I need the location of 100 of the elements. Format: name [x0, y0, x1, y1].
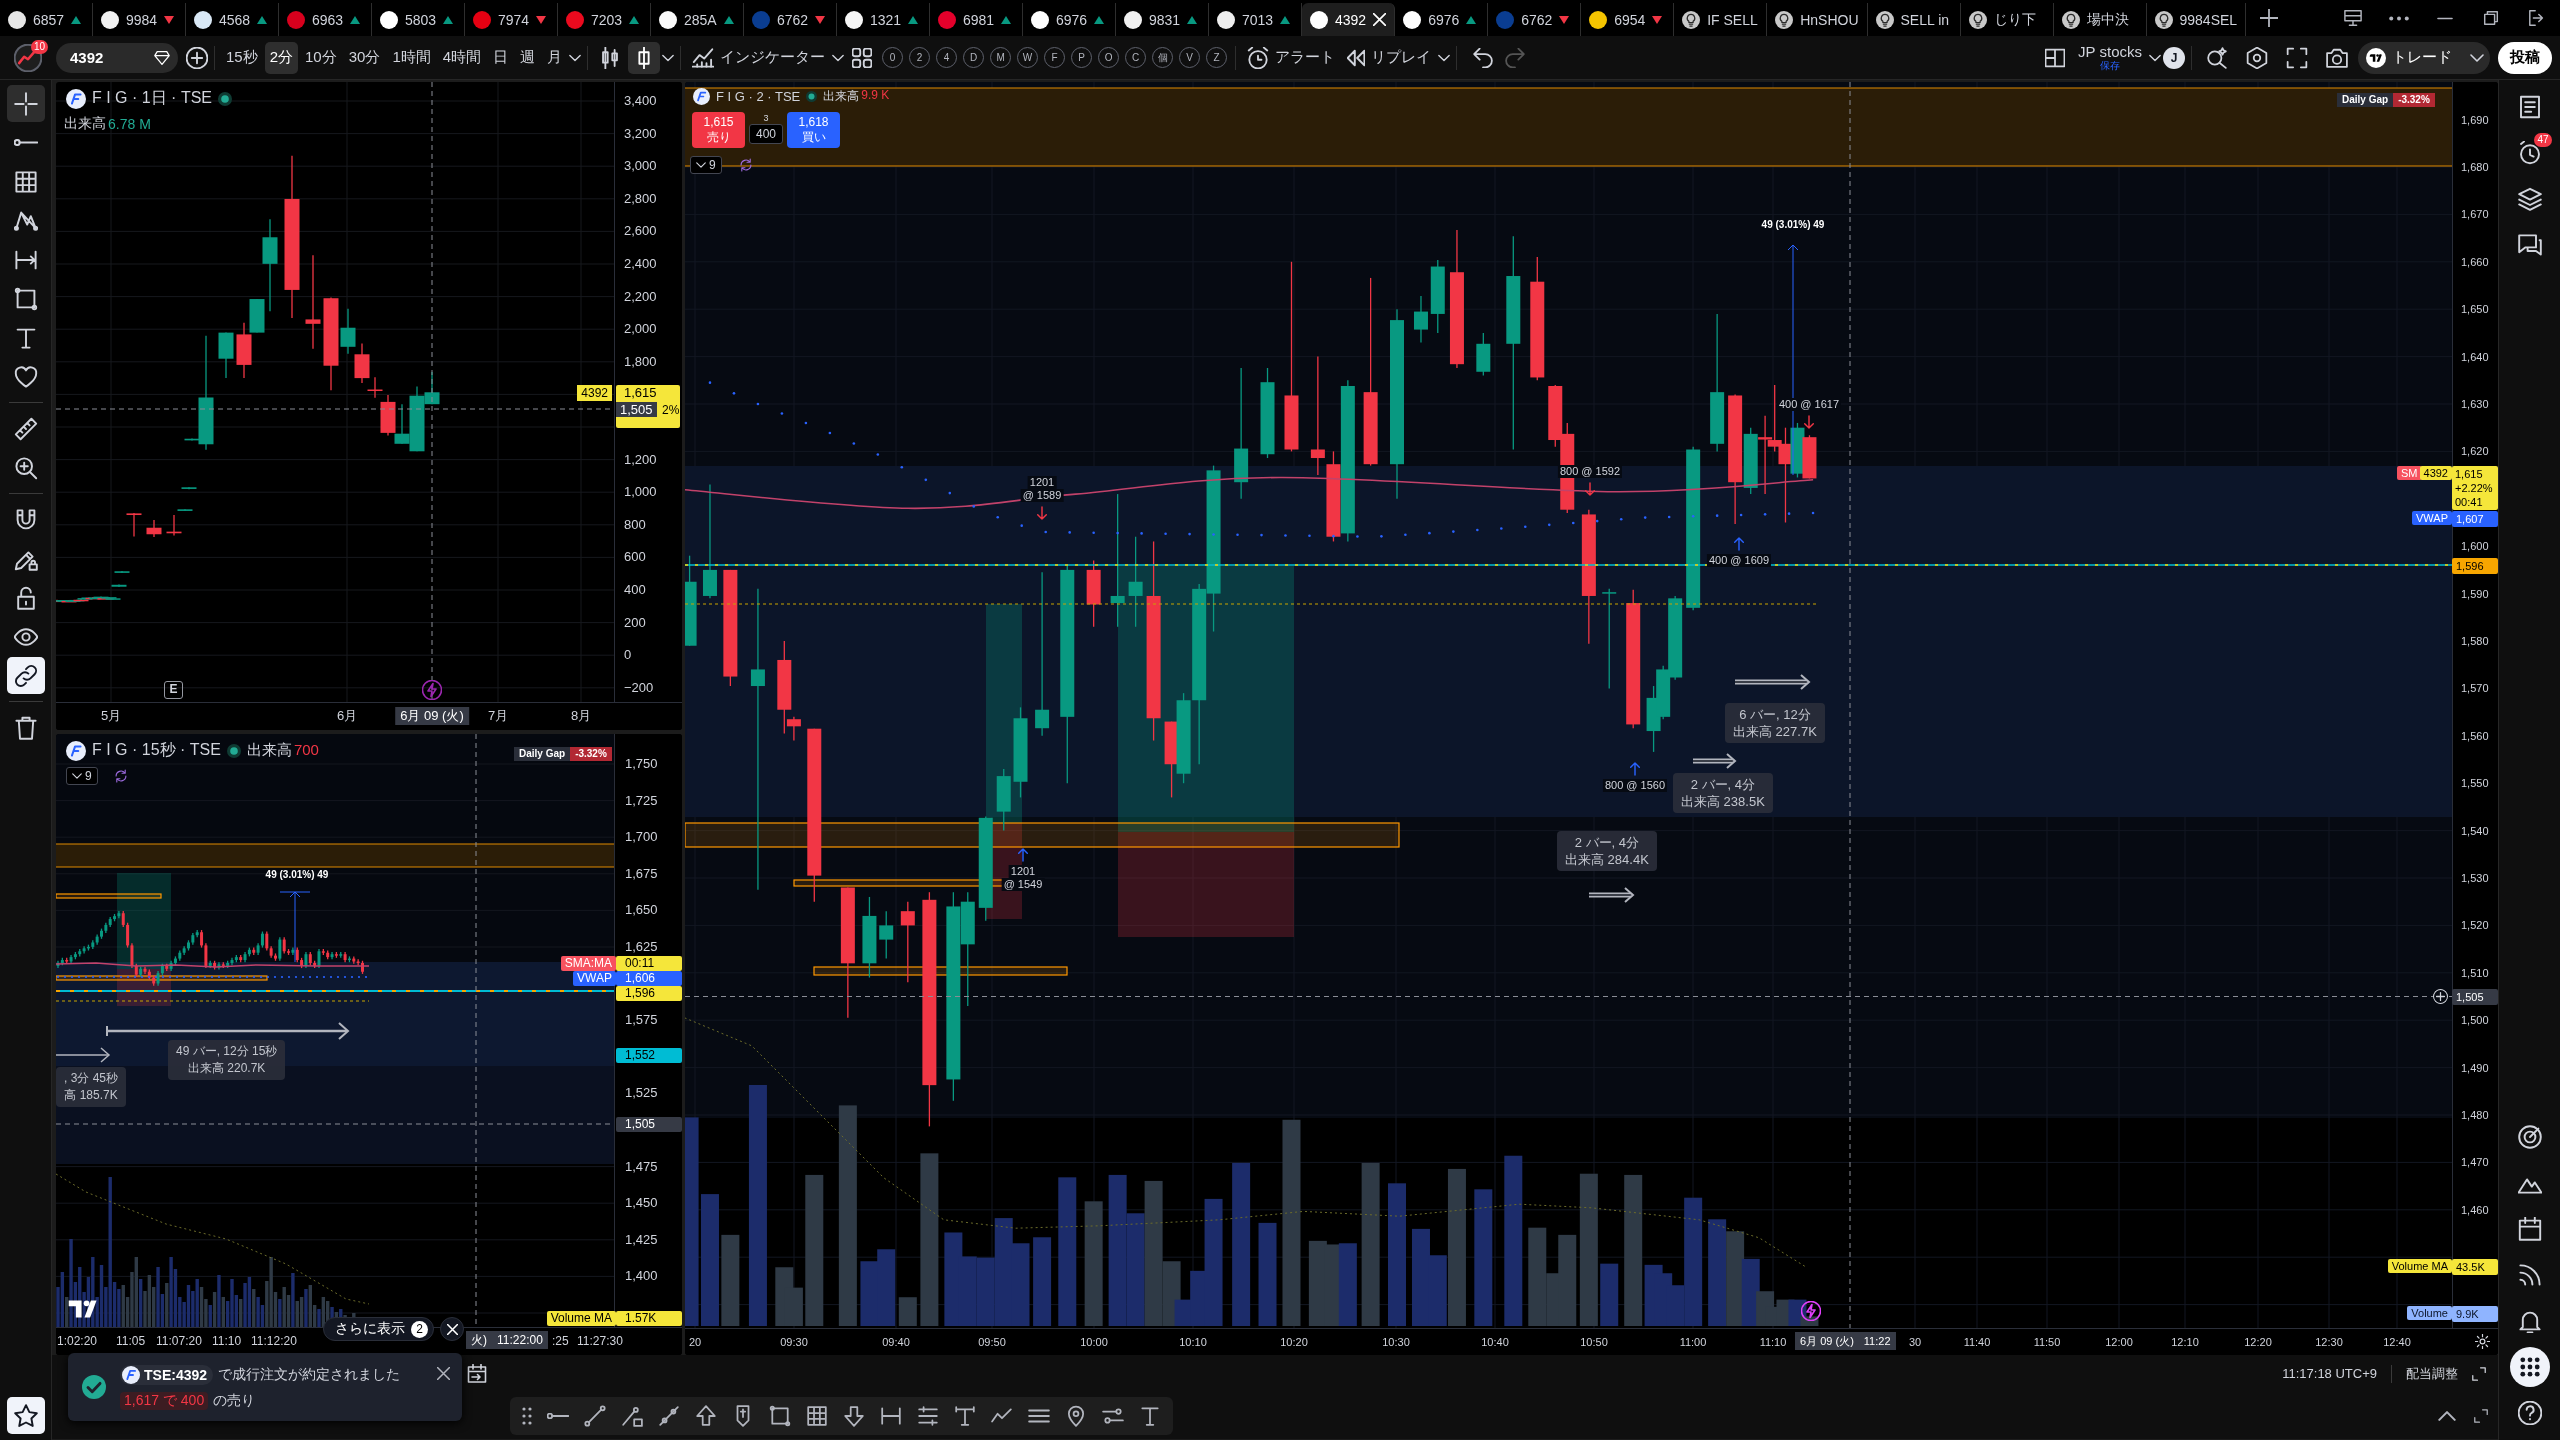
adjustment-button[interactable]: 配当調整	[2406, 1364, 2458, 1383]
price-tag: 9.9K	[2452, 1306, 2498, 1322]
favorite-button[interactable]	[6, 1397, 45, 1434]
interval-button[interactable]: 1時間	[387, 41, 436, 74]
replay-button[interactable]: リプレイ	[1342, 41, 1437, 74]
search-sparkle-icon[interactable]	[2206, 46, 2228, 69]
tool-button[interactable]	[6, 85, 45, 122]
up-arrow-icon[interactable]	[695, 1404, 717, 1427]
interval-button[interactable]: 月	[542, 41, 568, 74]
camera-icon[interactable]	[2326, 46, 2348, 69]
trend-line-icon[interactable]	[584, 1404, 606, 1427]
text-icon[interactable]	[1139, 1404, 1161, 1427]
rectangle-icon[interactable]	[769, 1404, 791, 1427]
plus-icon[interactable]	[186, 46, 208, 69]
expand-icon[interactable]	[2472, 1366, 2486, 1381]
chart-type-button[interactable]	[628, 41, 661, 74]
range-text: , 3分 45秒	[64, 1070, 119, 1087]
redo-icon[interactable]	[1505, 47, 1526, 68]
price-axis-label: 1,640	[2461, 349, 2489, 364]
anchored-text-icon[interactable]	[954, 1404, 976, 1427]
fullscreen-icon[interactable]	[2286, 46, 2308, 69]
grid-icon	[13, 169, 38, 194]
minimize-icon[interactable]	[2437, 16, 2453, 20]
interval-button[interactable]: 週	[515, 41, 541, 74]
price-tag: 1,505	[616, 1117, 682, 1132]
price-axis-label: 1,530	[2461, 871, 2489, 885]
price-axis-label: 1,800	[624, 354, 657, 369]
chart-line-icon	[692, 46, 715, 69]
time-axis-label: 20	[688, 1335, 702, 1349]
price-axis-label: 1,470	[2461, 1155, 2489, 1170]
range-arrow	[56, 1047, 111, 1063]
price-axis-label: 1,570	[2461, 681, 2489, 696]
symbol-search-field[interactable]: 4392	[56, 42, 178, 73]
monitor-icon[interactable]	[2344, 9, 2362, 27]
layout-grid-icon[interactable]	[852, 47, 873, 68]
alert-button[interactable]: アラート	[1242, 41, 1341, 74]
more-icon[interactable]	[2389, 15, 2409, 21]
plus-icon[interactable]	[2260, 9, 2279, 27]
price-axis-label: 1,525	[625, 1086, 658, 1101]
notification-badge: 10	[30, 39, 48, 54]
indicators-button[interactable]: インジケーター	[687, 41, 831, 74]
restore-icon[interactable]	[2482, 9, 2500, 27]
sidebar-button[interactable]: 47	[2509, 133, 2550, 173]
range-text: 出来高 227.7K	[1733, 723, 1817, 740]
price-axis-label: 1,510	[2461, 965, 2489, 980]
price-axis-label: 2,200	[624, 289, 657, 304]
undo-icon[interactable]	[1473, 47, 1494, 68]
volume-value: 9.9 K	[861, 88, 890, 104]
price-tag: 1,596	[2452, 558, 2498, 574]
settings-icon[interactable]	[2475, 1334, 2490, 1349]
close-icon[interactable]	[437, 1367, 450, 1380]
chart-title: F I G · 2 · TSE	[716, 89, 801, 104]
interval-button[interactable]: 15秒	[221, 41, 263, 74]
crosshair-icon	[13, 91, 38, 116]
drag-handle-icon[interactable]	[522, 1406, 532, 1425]
publish-button[interactable]: 投稿	[2498, 41, 2552, 74]
interval-button[interactable]: 30分	[343, 41, 386, 74]
daily-gap-value: -3.32%	[2393, 93, 2435, 107]
trade-button[interactable]: トレード	[2358, 41, 2464, 74]
down-arrow-icon[interactable]	[843, 1404, 865, 1427]
price-axis-label: 1,450	[625, 1196, 658, 1211]
exit-icon[interactable]	[2528, 9, 2546, 27]
tab[interactable]: 4392	[1302, 3, 1396, 36]
time-axis-label: 12:40	[2383, 1335, 2411, 1349]
check-icon	[82, 1375, 106, 1399]
line-tool-icon[interactable]	[658, 1404, 680, 1427]
layout-button[interactable]: JP stocks 保存	[2073, 44, 2147, 71]
time-axis-label: 10:40	[1481, 1335, 1509, 1349]
tag-label: Volume MA	[2387, 1259, 2452, 1273]
trade-label: 800 @ 1560	[1602, 779, 1668, 792]
horizontal-line-icon[interactable]	[547, 1412, 569, 1419]
bars-dropdown[interactable]: 9	[66, 767, 98, 785]
price-axis-label: 1,680	[2461, 160, 2489, 174]
interval-button[interactable]: 2分	[264, 41, 299, 74]
sync-icon[interactable]	[114, 769, 128, 783]
layout-icon[interactable]	[2045, 47, 2066, 68]
price-axis-label: 1,500	[2461, 1013, 2489, 1028]
expand-icon[interactable]	[2474, 1408, 2488, 1423]
levels-icon[interactable]	[917, 1404, 939, 1427]
calendar-icon[interactable]	[467, 1363, 487, 1384]
time-axis-label: :25	[552, 1334, 569, 1348]
pin-icon[interactable]	[1065, 1404, 1087, 1427]
interval-button[interactable]: 10分	[300, 41, 342, 74]
show-more-button[interactable]: さらに表示 2	[323, 1317, 434, 1341]
trade-menu-button[interactable]	[2464, 41, 2490, 74]
measure-label: 49 (3.01%) 49	[265, 868, 329, 882]
tool-button[interactable]	[6, 657, 45, 694]
gem-icon	[154, 49, 170, 66]
grid-icon[interactable]	[806, 1404, 828, 1427]
price-axis-label: 1,675	[625, 866, 658, 881]
alarm-clock-icon	[1247, 46, 1270, 69]
time-axis-label: 10:10	[1179, 1335, 1207, 1349]
price-axis-label: 600	[624, 550, 646, 565]
line-tool-icon[interactable]	[621, 1404, 643, 1427]
settings-icon[interactable]	[2246, 46, 2268, 69]
interval-button[interactable]: 日	[488, 41, 514, 74]
sidebar-button[interactable]	[2509, 1347, 2550, 1387]
user-avatar[interactable]: J	[2163, 46, 2185, 69]
interval-button[interactable]: 4時間	[437, 41, 487, 74]
daily-gap-label: Daily Gap	[2337, 93, 2394, 107]
